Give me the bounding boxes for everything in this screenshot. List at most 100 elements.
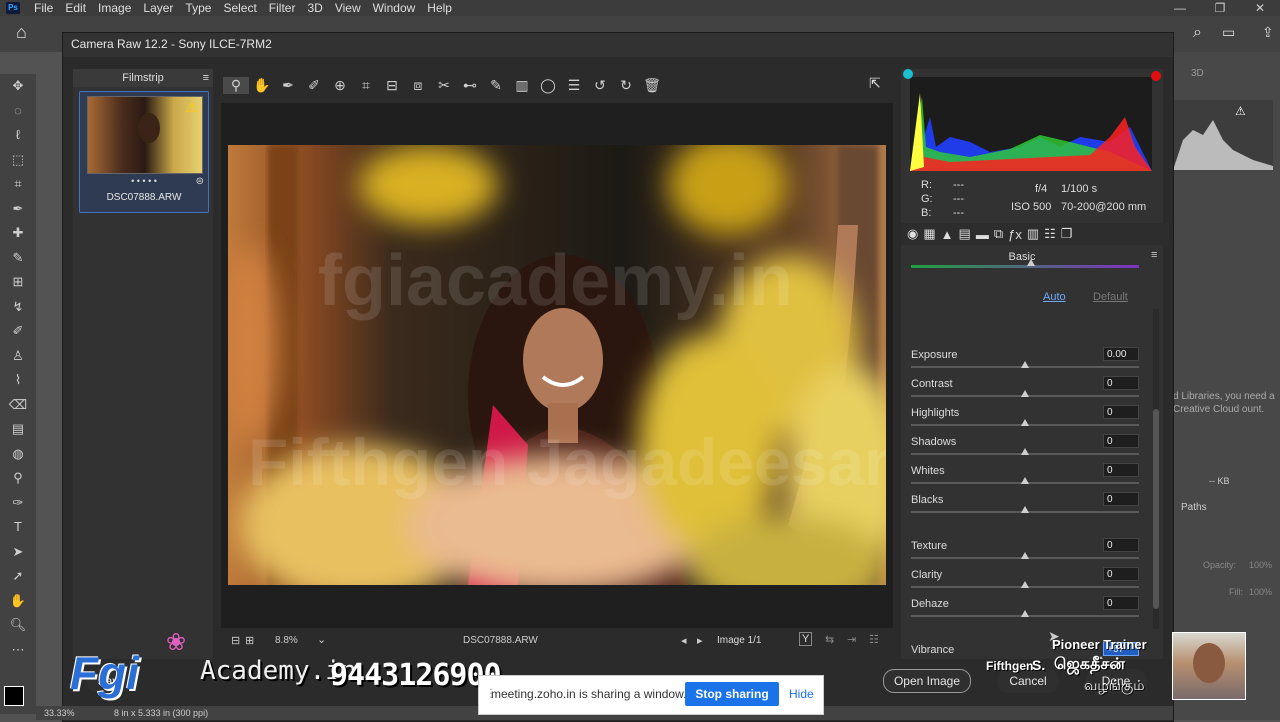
- panel-scrollbar[interactable]: [1153, 309, 1159, 629]
- slider-clarity[interactable]: Clarity 0: [911, 567, 1141, 597]
- menu-help[interactable]: Help: [427, 1, 452, 15]
- slider-whites[interactable]: Whites 0: [911, 463, 1141, 493]
- zoom-dropdown-icon[interactable]: ⌄: [317, 633, 326, 646]
- spot-removal-icon[interactable]: ✂: [431, 77, 457, 94]
- share-icon[interactable]: ⇪: [1262, 24, 1274, 41]
- type-tool-icon[interactable]: T: [0, 515, 36, 540]
- menu-3d[interactable]: 3D: [307, 1, 322, 15]
- close-window-button[interactable]: ✕: [1240, 0, 1280, 16]
- slider-thumb[interactable]: [1021, 552, 1029, 559]
- path-select-icon[interactable]: ➤: [0, 540, 36, 565]
- slider-thumb[interactable]: [1021, 477, 1029, 484]
- home-icon[interactable]: ⌂: [16, 22, 27, 43]
- slider-value-field[interactable]: 0: [1103, 463, 1139, 477]
- slider-highlights[interactable]: Highlights 0: [911, 405, 1141, 435]
- shape-tool-icon[interactable]: ➚: [0, 564, 36, 589]
- menu-type[interactable]: Type: [185, 1, 211, 15]
- scrollbar-thumb[interactable]: [1153, 409, 1159, 609]
- slider-shadows[interactable]: Shadows 0: [911, 434, 1141, 464]
- marquee-tool-icon[interactable]: ◌: [0, 99, 36, 124]
- rotate-right-icon[interactable]: ↻: [613, 77, 639, 94]
- restore-button[interactable]: ❐: [1200, 0, 1240, 16]
- slider-dehaze[interactable]: Dehaze 0: [911, 596, 1141, 626]
- slider-value-field[interactable]: 0.00: [1103, 347, 1139, 361]
- workspace-icon[interactable]: ▭: [1222, 24, 1235, 41]
- crop-tool-icon[interactable]: ⌗: [0, 172, 36, 197]
- slider-contrast[interactable]: Contrast 0: [911, 376, 1141, 406]
- tab-3d[interactable]: 3D: [1191, 68, 1204, 79]
- hide-button[interactable]: Hide: [789, 687, 814, 701]
- slider-blacks[interactable]: Blacks 0: [911, 492, 1141, 522]
- stamp-tool-icon[interactable]: ⊞: [0, 270, 36, 295]
- thumb-options-icon[interactable]: ⊜: [196, 176, 204, 187]
- menu-image[interactable]: Image: [98, 1, 131, 15]
- open-image-button[interactable]: Open Image: [883, 669, 971, 693]
- healing-tool-icon[interactable]: ✚: [0, 221, 36, 246]
- slider-value-field[interactable]: 0: [1103, 567, 1139, 581]
- rotate-left-icon[interactable]: ↺: [587, 77, 613, 94]
- slider-thumb[interactable]: [1021, 448, 1029, 455]
- swap-icon[interactable]: ⇆: [825, 633, 834, 646]
- slider-thumb[interactable]: [1021, 610, 1029, 617]
- crop-icon[interactable]: ⌗: [353, 77, 379, 94]
- ps-zoom[interactable]: 33.33%: [44, 706, 75, 720]
- lasso-tool-icon[interactable]: ℓ: [0, 123, 36, 148]
- hand-icon[interactable]: ✋: [249, 77, 275, 94]
- slider-value-field[interactable]: 0: [1103, 434, 1139, 448]
- preview-photo[interactable]: fgiacademy.in Fifthgen Jagadeesan: [228, 145, 886, 585]
- menu-select[interactable]: Select: [223, 1, 256, 15]
- toggle-settings-icon[interactable]: ☷: [869, 633, 879, 646]
- pen-tool-icon[interactable]: ✑: [0, 491, 36, 516]
- transform-icon[interactable]: ⧈: [405, 77, 431, 94]
- gradient-tool-icon[interactable]: ▤: [0, 417, 36, 442]
- slider-value-field[interactable]: 0: [1103, 596, 1139, 610]
- graduated-filter-icon[interactable]: ▥: [509, 77, 535, 94]
- minimize-button[interactable]: —: [1160, 0, 1200, 16]
- slider-thumb[interactable]: [1021, 390, 1029, 397]
- white-balance-icon[interactable]: ✒: [275, 77, 301, 94]
- paths-tab[interactable]: Paths: [1181, 502, 1207, 513]
- menu-layer[interactable]: Layer: [143, 1, 173, 15]
- zoom-icon[interactable]: ⚲: [223, 76, 249, 94]
- rating-dots[interactable]: • • • • •: [80, 176, 208, 186]
- fit-view-icon[interactable]: ⊟: [231, 634, 240, 647]
- brush2-tool-icon[interactable]: ✐: [0, 319, 36, 344]
- prev-image-icon[interactable]: ◂: [681, 634, 687, 647]
- eyedropper-tool-icon[interactable]: ✒: [0, 197, 36, 222]
- next-image-icon[interactable]: ▸: [697, 634, 703, 647]
- fill-value[interactable]: 100%: [1249, 587, 1272, 597]
- brush-tool-icon[interactable]: ✎: [0, 246, 36, 271]
- menu-edit[interactable]: Edit: [65, 1, 86, 15]
- red-eye-icon[interactable]: ⊷: [457, 77, 483, 94]
- fullscreen-icon[interactable]: ⇱: [869, 75, 881, 92]
- menu-filter[interactable]: Filter: [269, 1, 296, 15]
- opacity-value[interactable]: 100%: [1249, 560, 1272, 570]
- menu-view[interactable]: View: [335, 1, 361, 15]
- dodge-tool-icon[interactable]: ⚲: [0, 466, 36, 491]
- slider-thumb[interactable]: [1021, 506, 1029, 513]
- stop-sharing-button[interactable]: Stop sharing: [685, 682, 779, 706]
- zoom-in-icon[interactable]: ⊞: [245, 634, 254, 647]
- slider-value-field[interactable]: 0: [1103, 492, 1139, 506]
- art-brush-icon[interactable]: ⌇: [0, 368, 36, 393]
- straighten-icon[interactable]: ⊟: [379, 77, 405, 94]
- slider-texture[interactable]: Texture 0: [911, 538, 1141, 568]
- menu-window[interactable]: Window: [373, 1, 416, 15]
- stamp2-tool-icon[interactable]: ♙: [0, 344, 36, 369]
- copy-settings-icon[interactable]: ⇥: [847, 633, 856, 646]
- target-adjust-icon[interactable]: ⊕: [327, 77, 353, 94]
- eraser-tool-icon[interactable]: ⌫: [0, 393, 36, 418]
- filmstrip-thumbnail[interactable]: ⚠ • • • • • ⊜ DSC07888.ARW: [79, 91, 209, 213]
- filmstrip-menu-icon[interactable]: ≡: [203, 69, 209, 87]
- zoom-tool-icon[interactable]: 🔍︎: [0, 613, 36, 638]
- slider-value-field[interactable]: 0: [1103, 538, 1139, 552]
- search-icon[interactable]: ⌕: [1193, 24, 1202, 42]
- slider-thumb[interactable]: [1021, 361, 1029, 368]
- slider-value-field[interactable]: 0: [1103, 376, 1139, 390]
- adjustment-brush-icon[interactable]: ✎: [483, 77, 509, 94]
- slider-value-field[interactable]: 0: [1103, 405, 1139, 419]
- radial-filter-icon[interactable]: ◯: [535, 77, 561, 94]
- more-tools-icon[interactable]: ⋯: [0, 638, 36, 663]
- before-after-icon[interactable]: Y: [799, 632, 813, 646]
- preferences-icon[interactable]: ☰: [561, 77, 587, 94]
